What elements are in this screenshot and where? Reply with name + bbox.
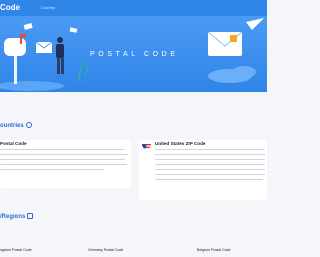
postal-code-card[interactable]: Postal Code — [0, 140, 131, 188]
card-text-line — [0, 149, 124, 151]
belgium-flag-icon — [190, 248, 195, 253]
card-text-line — [0, 169, 104, 171]
nav-link-country[interactable]: Country — [41, 5, 55, 11]
card-text-line — [155, 154, 265, 156]
countries-title-text: ountries — [0, 123, 24, 129]
card-text-line — [155, 179, 263, 181]
countries-section-title: ountries — [0, 122, 32, 130]
card-text-line — [0, 159, 125, 161]
top-navigation-bar: Code Country — [0, 0, 267, 16]
message-icon — [27, 213, 34, 219]
region-link-germany[interactable]: Germany Postal Code — [88, 248, 123, 253]
us-flag-icon — [142, 140, 151, 149]
card-text-line — [0, 154, 128, 156]
card-text-line — [0, 164, 127, 166]
region-link-united-kingdom[interactable]: ngdom Postal Code — [0, 248, 32, 253]
hero-title: POSTAL CODE — [90, 51, 179, 58]
hero-banner: POSTAL CODE — [0, 16, 267, 92]
card-text-line — [155, 174, 265, 176]
page: Code Country POSTAL CODE ountries Postal… — [0, 0, 267, 257]
region-link-belgium[interactable]: Belgium Postal Code — [197, 248, 231, 253]
card-text-line — [155, 164, 265, 166]
globe-icon — [25, 122, 32, 128]
mailbox-illustration-icon — [0, 23, 88, 91]
card-text-line — [155, 169, 265, 171]
envelope-illustration-icon — [207, 18, 264, 83]
regions-section-title: /Regions — [0, 213, 34, 221]
card-text-line — [155, 159, 265, 161]
card-title-us-zip-code: United States ZIP Code — [155, 141, 206, 146]
regions-title-text: /Regions — [0, 214, 26, 220]
card-text-line — [155, 149, 265, 151]
germany-flag-icon — [80, 248, 85, 253]
card-title-postal-code: Postal Code — [0, 141, 27, 146]
us-zip-code-card[interactable]: United States ZIP Code — [139, 140, 267, 200]
site-logo[interactable]: Code — [0, 3, 20, 13]
